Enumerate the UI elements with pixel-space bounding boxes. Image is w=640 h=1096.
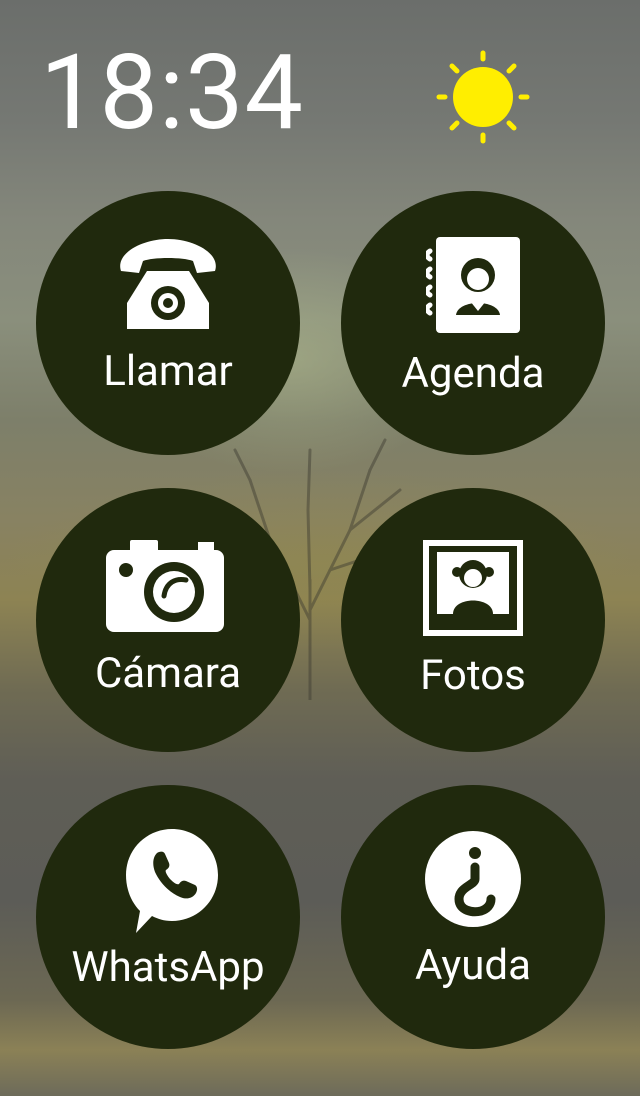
telephone-icon: [120, 239, 216, 329]
app-label: Cámara: [94, 649, 242, 698]
app-tile-whatsapp[interactable]: WhatsApp: [36, 785, 300, 1049]
app-tile-agenda[interactable]: Agenda: [341, 191, 605, 455]
app-label: Agenda: [401, 349, 545, 398]
app-label: Fotos: [420, 651, 526, 700]
app-tile-fotos[interactable]: Fotos: [341, 488, 605, 752]
app-tile-ayuda[interactable]: Ayuda: [341, 785, 605, 1049]
app-tile-camara[interactable]: Cámara: [36, 488, 300, 752]
camera-icon: [106, 540, 224, 632]
app-label: Ayuda: [415, 941, 531, 990]
app-tile-llamar[interactable]: Llamar: [36, 191, 300, 455]
app-label: Llamar: [103, 347, 233, 396]
photo-icon: [423, 540, 523, 636]
app-label: WhatsApp: [71, 943, 265, 992]
sun-icon[interactable]: [433, 47, 533, 147]
help-icon: [425, 831, 521, 927]
clock-time: 18:34: [40, 33, 304, 154]
contacts-book-icon: [426, 237, 520, 333]
whatsapp-icon: [126, 829, 218, 933]
